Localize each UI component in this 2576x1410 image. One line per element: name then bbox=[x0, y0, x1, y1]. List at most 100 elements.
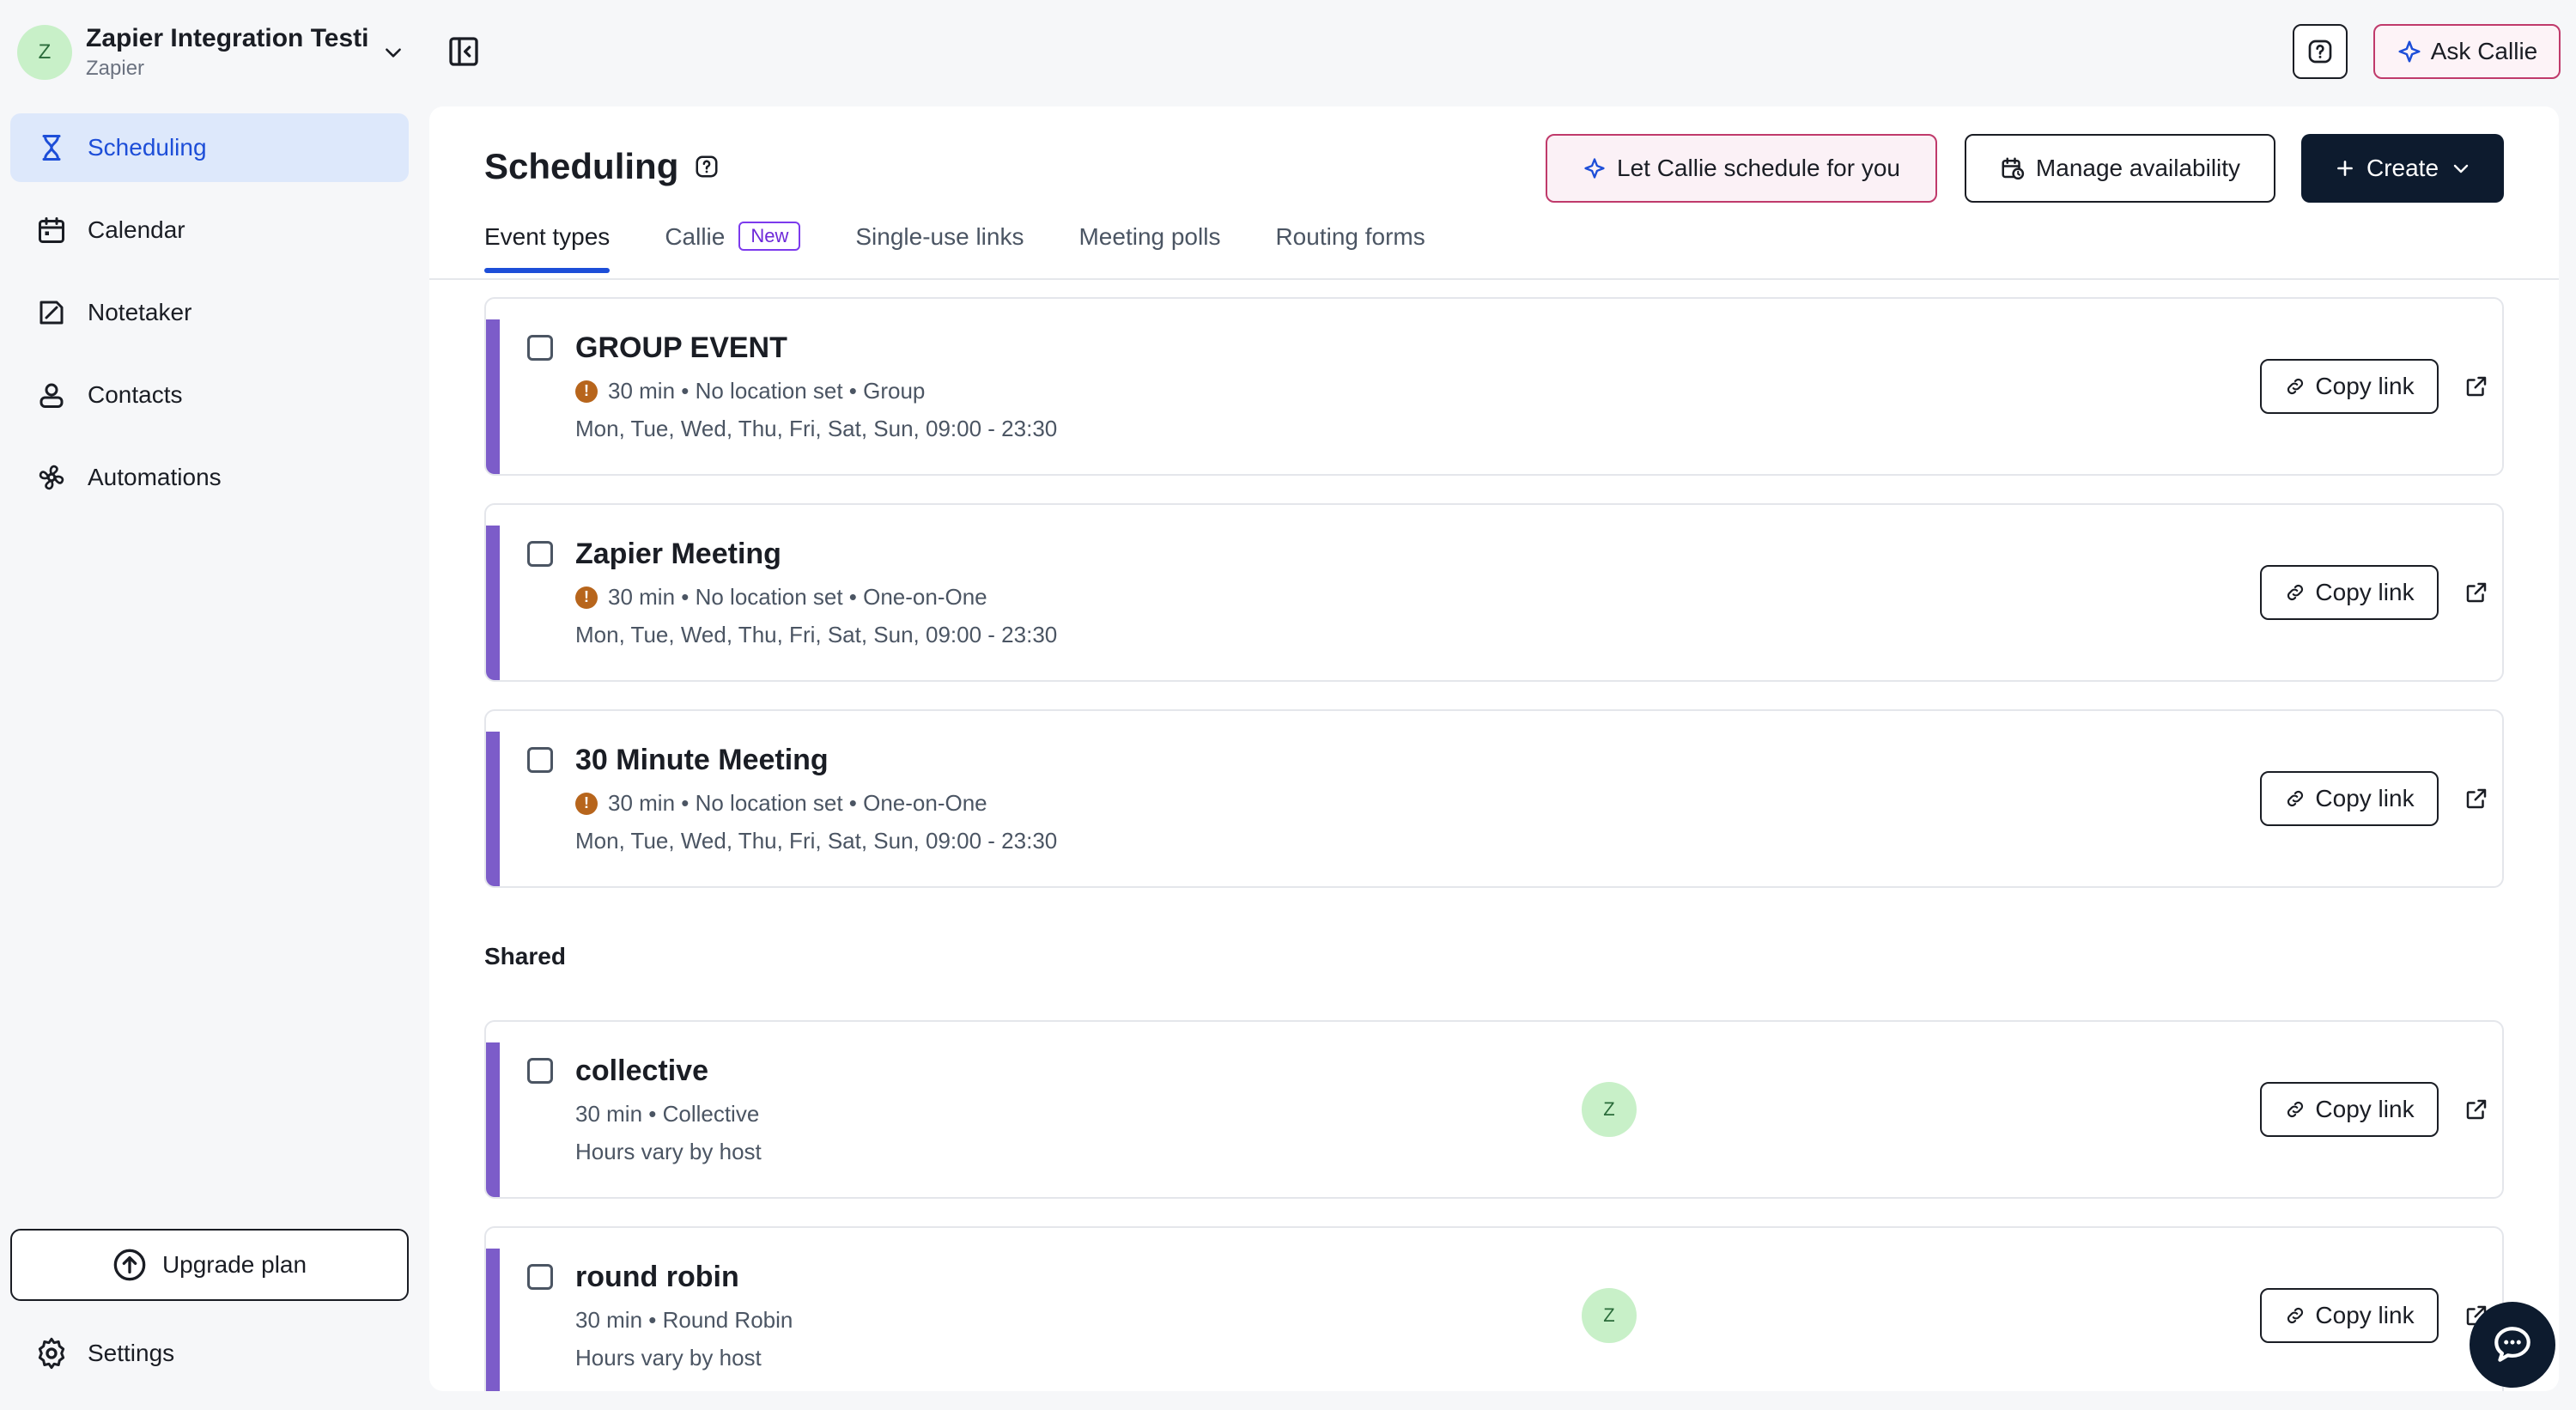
event-checkbox[interactable] bbox=[527, 1264, 553, 1290]
settings-label: Settings bbox=[88, 1340, 175, 1366]
event-title[interactable]: Zapier Meeting bbox=[575, 538, 781, 571]
copy-link-label: Copy link bbox=[2315, 579, 2415, 605]
account-switcher[interactable]: Z Zapier Integration Testing Zapier bbox=[17, 22, 412, 82]
calendar-icon bbox=[34, 213, 69, 247]
warning-icon: ! bbox=[575, 380, 598, 403]
sidebar-item-calendar[interactable]: Calendar bbox=[10, 196, 409, 264]
event-hours: Hours vary by host bbox=[575, 1139, 762, 1164]
let-callie-schedule-button[interactable]: Let Callie schedule for you bbox=[1546, 134, 1937, 203]
create-button[interactable]: Create bbox=[2301, 134, 2504, 203]
host-avatar: Z bbox=[1582, 1082, 1637, 1137]
external-link-icon[interactable] bbox=[2461, 1094, 2492, 1125]
sidebar-item-label: Automations bbox=[88, 464, 222, 490]
sidebar-item-automations[interactable]: Automations bbox=[10, 443, 409, 512]
create-label: Create bbox=[2366, 155, 2439, 181]
sidebar-item-scheduling[interactable]: Scheduling bbox=[10, 113, 409, 182]
sidebar-nav: Scheduling Calendar Notetaker Contacts A… bbox=[10, 113, 409, 526]
copy-link-button[interactable]: Copy link bbox=[2260, 1288, 2439, 1343]
account-avatar: Z bbox=[17, 25, 72, 80]
automations-icon bbox=[34, 460, 69, 495]
tab-single-use-links[interactable]: Single-use links bbox=[855, 223, 1024, 268]
tab-label: Meeting polls bbox=[1078, 223, 1221, 250]
shared-event-card[interactable]: collective 30 min • Collective Hours var… bbox=[484, 1020, 2504, 1199]
shared-event-card[interactable]: round robin 30 min • Round Robin Hours v… bbox=[484, 1226, 2504, 1391]
manage-availability-button[interactable]: Manage availability bbox=[1965, 134, 2275, 203]
tab-label: Routing forms bbox=[1275, 223, 1425, 250]
copy-link-label: Copy link bbox=[2315, 785, 2415, 811]
sidebar-item-label: Notetaker bbox=[88, 299, 192, 325]
tab-label: Event types bbox=[484, 223, 611, 250]
manage-availability-label: Manage availability bbox=[2035, 155, 2241, 181]
external-link-icon[interactable] bbox=[2461, 371, 2492, 402]
question-icon bbox=[2306, 38, 2334, 65]
event-title[interactable]: GROUP EVENT bbox=[575, 331, 787, 365]
copy-link-button[interactable]: Copy link bbox=[2260, 359, 2439, 414]
sidebar-item-notetaker[interactable]: Notetaker bbox=[10, 278, 409, 347]
tabs-divider bbox=[429, 278, 2559, 280]
event-card[interactable]: GROUP EVENT ! 30 min • No location set • … bbox=[484, 297, 2504, 476]
copy-link-label: Copy link bbox=[2315, 373, 2415, 399]
external-link-icon[interactable] bbox=[2461, 783, 2492, 814]
event-checkbox[interactable] bbox=[527, 1058, 553, 1084]
shared-section-label: Shared bbox=[484, 943, 566, 969]
copy-link-label: Copy link bbox=[2315, 1302, 2415, 1328]
upgrade-plan-button[interactable]: Upgrade plan bbox=[10, 1229, 409, 1301]
ask-callie-button[interactable]: Ask Callie bbox=[2373, 24, 2561, 79]
link-icon bbox=[2284, 1098, 2306, 1121]
tab-event-types[interactable]: Event types bbox=[484, 223, 611, 273]
link-icon bbox=[2284, 375, 2306, 398]
calendar-clock-icon bbox=[2000, 155, 2026, 181]
chat-support-button[interactable] bbox=[2470, 1302, 2555, 1388]
app-root: Z Zapier Integration Testing Zapier Sche… bbox=[0, 0, 2576, 1410]
upgrade-plan-label: Upgrade plan bbox=[161, 1251, 307, 1278]
chat-bubble-icon bbox=[2491, 1323, 2534, 1366]
copy-link-button[interactable]: Copy link bbox=[2260, 565, 2439, 620]
sidebar: Z Zapier Integration Testing Zapier Sche… bbox=[0, 0, 429, 1410]
account-text: Zapier Integration Testing Zapier bbox=[86, 24, 369, 81]
chevron-down-icon[interactable] bbox=[381, 40, 405, 64]
account-sub: Zapier bbox=[86, 57, 145, 80]
external-link-icon[interactable] bbox=[2461, 577, 2492, 608]
main-panel: Scheduling Let Callie schedule for you M… bbox=[429, 106, 2559, 1391]
sidebar-item-settings[interactable]: Settings bbox=[34, 1336, 174, 1370]
copy-link-label: Copy link bbox=[2315, 1096, 2415, 1122]
event-color-bar bbox=[486, 1042, 500, 1197]
hourglass-icon bbox=[34, 131, 69, 165]
sidebar-item-label: Calendar bbox=[88, 216, 185, 243]
event-card[interactable]: 30 Minute Meeting ! 30 min • No location … bbox=[484, 709, 2504, 888]
event-meta-text: 30 min • Round Robin bbox=[575, 1307, 793, 1333]
event-hours: Mon, Tue, Wed, Thu, Fri, Sat, Sun, 09:00… bbox=[575, 828, 1058, 854]
tab-label: Callie bbox=[665, 223, 726, 250]
notetaker-icon bbox=[34, 295, 69, 330]
warning-icon: ! bbox=[575, 792, 598, 815]
tab-callie[interactable]: Callie New bbox=[665, 222, 801, 268]
event-meta-text: 30 min • No location set • Group bbox=[608, 378, 926, 404]
sidebar-item-contacts[interactable]: Contacts bbox=[10, 361, 409, 429]
question-icon[interactable] bbox=[694, 154, 720, 179]
help-button[interactable] bbox=[2293, 24, 2348, 79]
sparkle-icon bbox=[1583, 156, 1607, 180]
tab-routing-forms[interactable]: Routing forms bbox=[1275, 223, 1425, 268]
event-color-bar bbox=[486, 732, 500, 886]
event-checkbox[interactable] bbox=[527, 747, 553, 773]
event-checkbox[interactable] bbox=[527, 541, 553, 567]
copy-link-button[interactable]: Copy link bbox=[2260, 1082, 2439, 1137]
event-title[interactable]: 30 Minute Meeting bbox=[575, 744, 829, 777]
page-title: Scheduling bbox=[484, 146, 720, 187]
copy-link-button[interactable]: Copy link bbox=[2260, 771, 2439, 826]
event-card[interactable]: Zapier Meeting ! 30 min • No location set… bbox=[484, 503, 2504, 682]
link-icon bbox=[2284, 581, 2306, 604]
event-title[interactable]: round robin bbox=[575, 1261, 739, 1294]
plus-icon bbox=[2334, 157, 2356, 179]
contacts-icon bbox=[34, 378, 69, 412]
tab-meeting-polls[interactable]: Meeting polls bbox=[1078, 223, 1220, 268]
sparkle-icon bbox=[2397, 39, 2422, 64]
event-title[interactable]: collective bbox=[575, 1054, 708, 1088]
event-checkbox[interactable] bbox=[527, 335, 553, 361]
sidebar-collapse-icon[interactable] bbox=[447, 34, 481, 69]
event-hours: Hours vary by host bbox=[575, 1345, 762, 1370]
tab-label: Single-use links bbox=[855, 223, 1024, 250]
chevron-down-icon bbox=[2451, 158, 2471, 179]
upload-circle-icon bbox=[112, 1248, 147, 1282]
event-color-bar bbox=[486, 1249, 500, 1391]
